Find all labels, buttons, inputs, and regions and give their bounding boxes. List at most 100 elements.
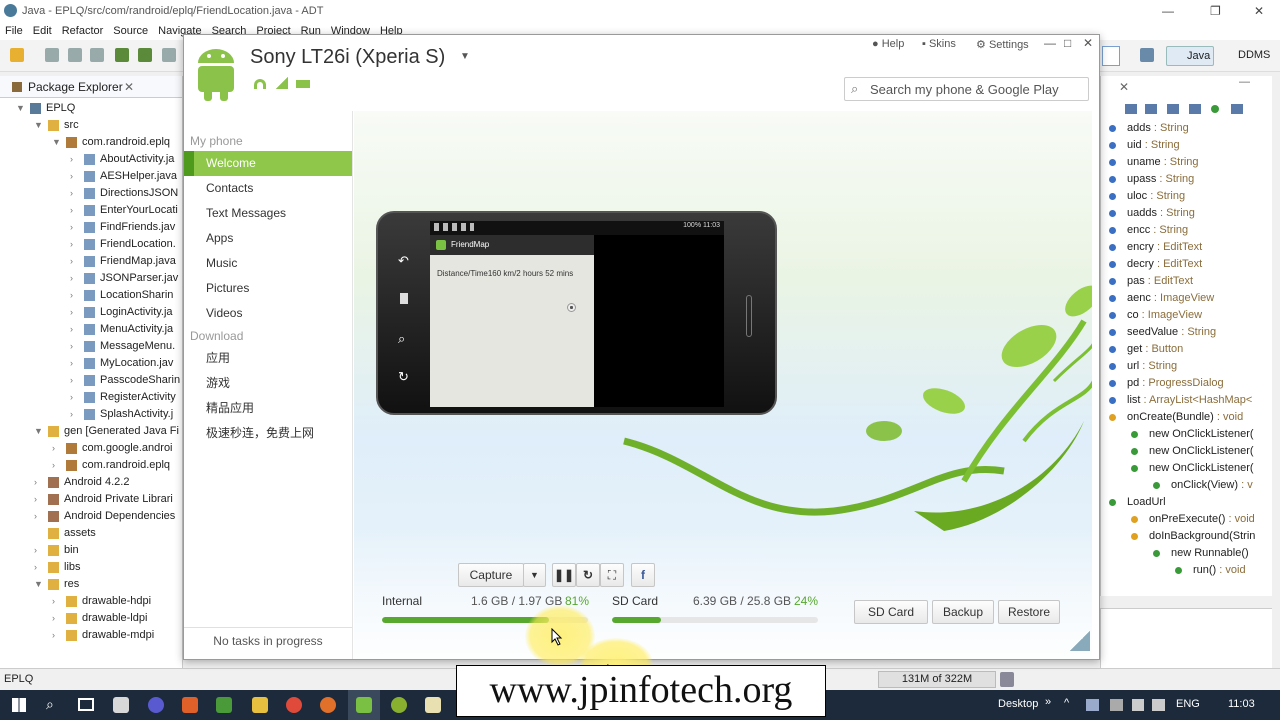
chrome-icon[interactable] xyxy=(286,697,302,713)
outline-item[interactable]: onCreate(Bundle) : void xyxy=(1101,409,1272,426)
notepad-icon[interactable] xyxy=(425,697,441,713)
tree-item[interactable]: ▼ res xyxy=(0,576,182,593)
language-indicator[interactable]: ENG xyxy=(1176,698,1200,710)
tree-item[interactable]: › Android 4.2.2 xyxy=(0,474,182,491)
outline-item[interactable]: encry : EditText xyxy=(1101,239,1272,256)
refresh-icon[interactable]: ↻ xyxy=(576,563,600,587)
outline-item[interactable]: onPreExecute() : void xyxy=(1101,511,1272,528)
chevron-down-icon[interactable]: ▼ xyxy=(34,117,44,134)
outline-item[interactable]: run() : void xyxy=(1101,562,1272,579)
nav-download-games[interactable]: 游戏 xyxy=(184,371,352,396)
tree-item[interactable]: › MenuActivity.ja xyxy=(0,321,182,338)
chevron-right-icon[interactable]: › xyxy=(34,508,44,525)
search-input[interactable]: Search my phone & Google Play xyxy=(870,82,1059,97)
chevron-down-icon[interactable]: ▼ xyxy=(52,134,62,151)
outline-item[interactable]: uid : String xyxy=(1101,137,1272,154)
home-icon[interactable] xyxy=(400,293,408,304)
save-icon[interactable] xyxy=(45,48,59,62)
nav-download-featured[interactable]: 精品应用 xyxy=(184,396,352,421)
quick-access-field[interactable] xyxy=(1102,46,1120,66)
tree-item[interactable]: › EnterYourLocati xyxy=(0,202,182,219)
pm-minimize-icon[interactable]: — xyxy=(1044,36,1056,50)
minimize-view-icon[interactable]: — xyxy=(1239,76,1250,88)
tree-item[interactable]: ▼ EPLQ xyxy=(0,100,182,117)
new-icon[interactable] xyxy=(10,48,24,62)
network-icon[interactable] xyxy=(1110,699,1123,711)
outline-item[interactable]: uname : String xyxy=(1101,154,1272,171)
close-tab-icon[interactable]: ✕ xyxy=(124,76,134,98)
phone-search-icon[interactable]: ⌕ xyxy=(398,331,405,347)
tree-item[interactable]: ▼ src xyxy=(0,117,182,134)
outline-item[interactable]: new OnClickListener( xyxy=(1101,460,1272,477)
location-icon[interactable] xyxy=(567,303,576,312)
tree-item[interactable]: › FriendMap.java xyxy=(0,253,182,270)
chevron-right-icon[interactable]: › xyxy=(70,202,80,219)
store-icon[interactable] xyxy=(113,697,129,713)
avd-manager-icon[interactable] xyxy=(138,48,152,62)
tree-item[interactable]: › Android Dependencies xyxy=(0,508,182,525)
nav-text-messages[interactable]: Text Messages xyxy=(184,201,352,226)
chevron-right-icon[interactable]: › xyxy=(70,236,80,253)
outline-item[interactable]: co : ImageView xyxy=(1101,307,1272,324)
menu-icon[interactable]: ↻ xyxy=(398,369,409,385)
pause-icon[interactable]: ❚❚ xyxy=(552,563,576,587)
nav-welcome[interactable]: Welcome xyxy=(184,151,352,176)
chevron-right-icon[interactable]: › xyxy=(70,219,80,236)
outline-item[interactable]: LoadUrl xyxy=(1101,494,1272,511)
clock[interactable]: 11:03 xyxy=(1228,698,1255,710)
chevron-right-icon[interactable]: › xyxy=(52,610,62,627)
windows-start-icon[interactable] xyxy=(12,698,26,712)
chevron-right-icon[interactable]: › xyxy=(70,151,80,168)
tree-item[interactable]: › FindFriends.jav xyxy=(0,219,182,236)
tree-item[interactable]: › MessageMenu. xyxy=(0,338,182,355)
tree-item[interactable]: ▼ com.randroid.eplq xyxy=(0,134,182,151)
nav-music[interactable]: Music xyxy=(184,251,352,276)
tree-item[interactable]: › LocationSharin xyxy=(0,287,182,304)
tree-item[interactable]: ▼ gen [Generated Java Fi xyxy=(0,423,182,440)
outline-item[interactable]: url : String xyxy=(1101,358,1272,375)
package-explorer-tab[interactable]: Package Explorer ✕ xyxy=(0,76,182,98)
chevron-right-icon[interactable]: › xyxy=(70,372,80,389)
app-icon[interactable] xyxy=(216,697,232,713)
minimize-icon[interactable]: — xyxy=(1162,0,1174,22)
outline-item[interactable]: pas : EditText xyxy=(1101,273,1272,290)
tree-item[interactable]: › Android Private Librari xyxy=(0,491,182,508)
collapse-all-icon[interactable] xyxy=(1125,104,1137,114)
hide-fields-icon[interactable] xyxy=(1167,104,1179,114)
chevron-right-icon[interactable]: › xyxy=(70,185,80,202)
outline-item[interactable]: adds : String xyxy=(1101,120,1272,137)
tree-item[interactable]: › com.google.androi xyxy=(0,440,182,457)
tree-item[interactable]: › LoginActivity.ja xyxy=(0,304,182,321)
tree-item[interactable]: › AESHelper.java xyxy=(0,168,182,185)
tree-item[interactable]: › MyLocation.jav xyxy=(0,355,182,372)
gc-trash-icon[interactable] xyxy=(1000,672,1014,687)
tree-item[interactable]: › drawable-mdpi xyxy=(0,627,182,644)
pm-maximize-icon[interactable]: □ xyxy=(1064,36,1071,50)
open-perspective-icon[interactable] xyxy=(1140,48,1154,62)
nav-videos[interactable]: Videos xyxy=(184,301,352,326)
sort-icon[interactable] xyxy=(1145,104,1157,114)
chevron-right-icon[interactable]: › xyxy=(70,389,80,406)
outline-item[interactable]: new Runnable() xyxy=(1101,545,1272,562)
nav-download-wifi[interactable]: 极速秒连，免费上网 xyxy=(184,421,352,446)
ddms-perspective-button[interactable]: DDMS xyxy=(1218,46,1274,66)
hide-nonpublic-icon[interactable] xyxy=(1211,105,1219,113)
back-icon[interactable]: ↶ xyxy=(398,253,409,269)
outline-item[interactable]: uloc : String xyxy=(1101,188,1272,205)
android-sdk-icon[interactable] xyxy=(115,48,129,62)
chevron-right-icon[interactable]: › xyxy=(70,406,80,423)
capture-button[interactable]: Capture xyxy=(458,563,524,587)
chevron-right-icon[interactable]: › xyxy=(52,457,62,474)
chevron-right-icon[interactable]: › xyxy=(34,474,44,491)
facebook-icon[interactable]: f xyxy=(631,563,655,587)
app-icon[interactable] xyxy=(182,697,198,713)
outline-item[interactable]: encc : String xyxy=(1101,222,1272,239)
fullscreen-icon[interactable]: ⛶ xyxy=(600,563,624,587)
chevron-down-icon[interactable]: ▼ xyxy=(34,576,44,593)
outline-item[interactable]: list : ArrayList<HashMap< xyxy=(1101,392,1272,409)
skins-link[interactable]: ▪ Skins xyxy=(922,38,956,50)
nav-contacts[interactable]: Contacts xyxy=(184,176,352,201)
chevron-right-icon[interactable]: › xyxy=(70,253,80,270)
outline-item[interactable]: decry : EditText xyxy=(1101,256,1272,273)
capture-dropdown-icon[interactable]: ▼ xyxy=(523,563,546,587)
